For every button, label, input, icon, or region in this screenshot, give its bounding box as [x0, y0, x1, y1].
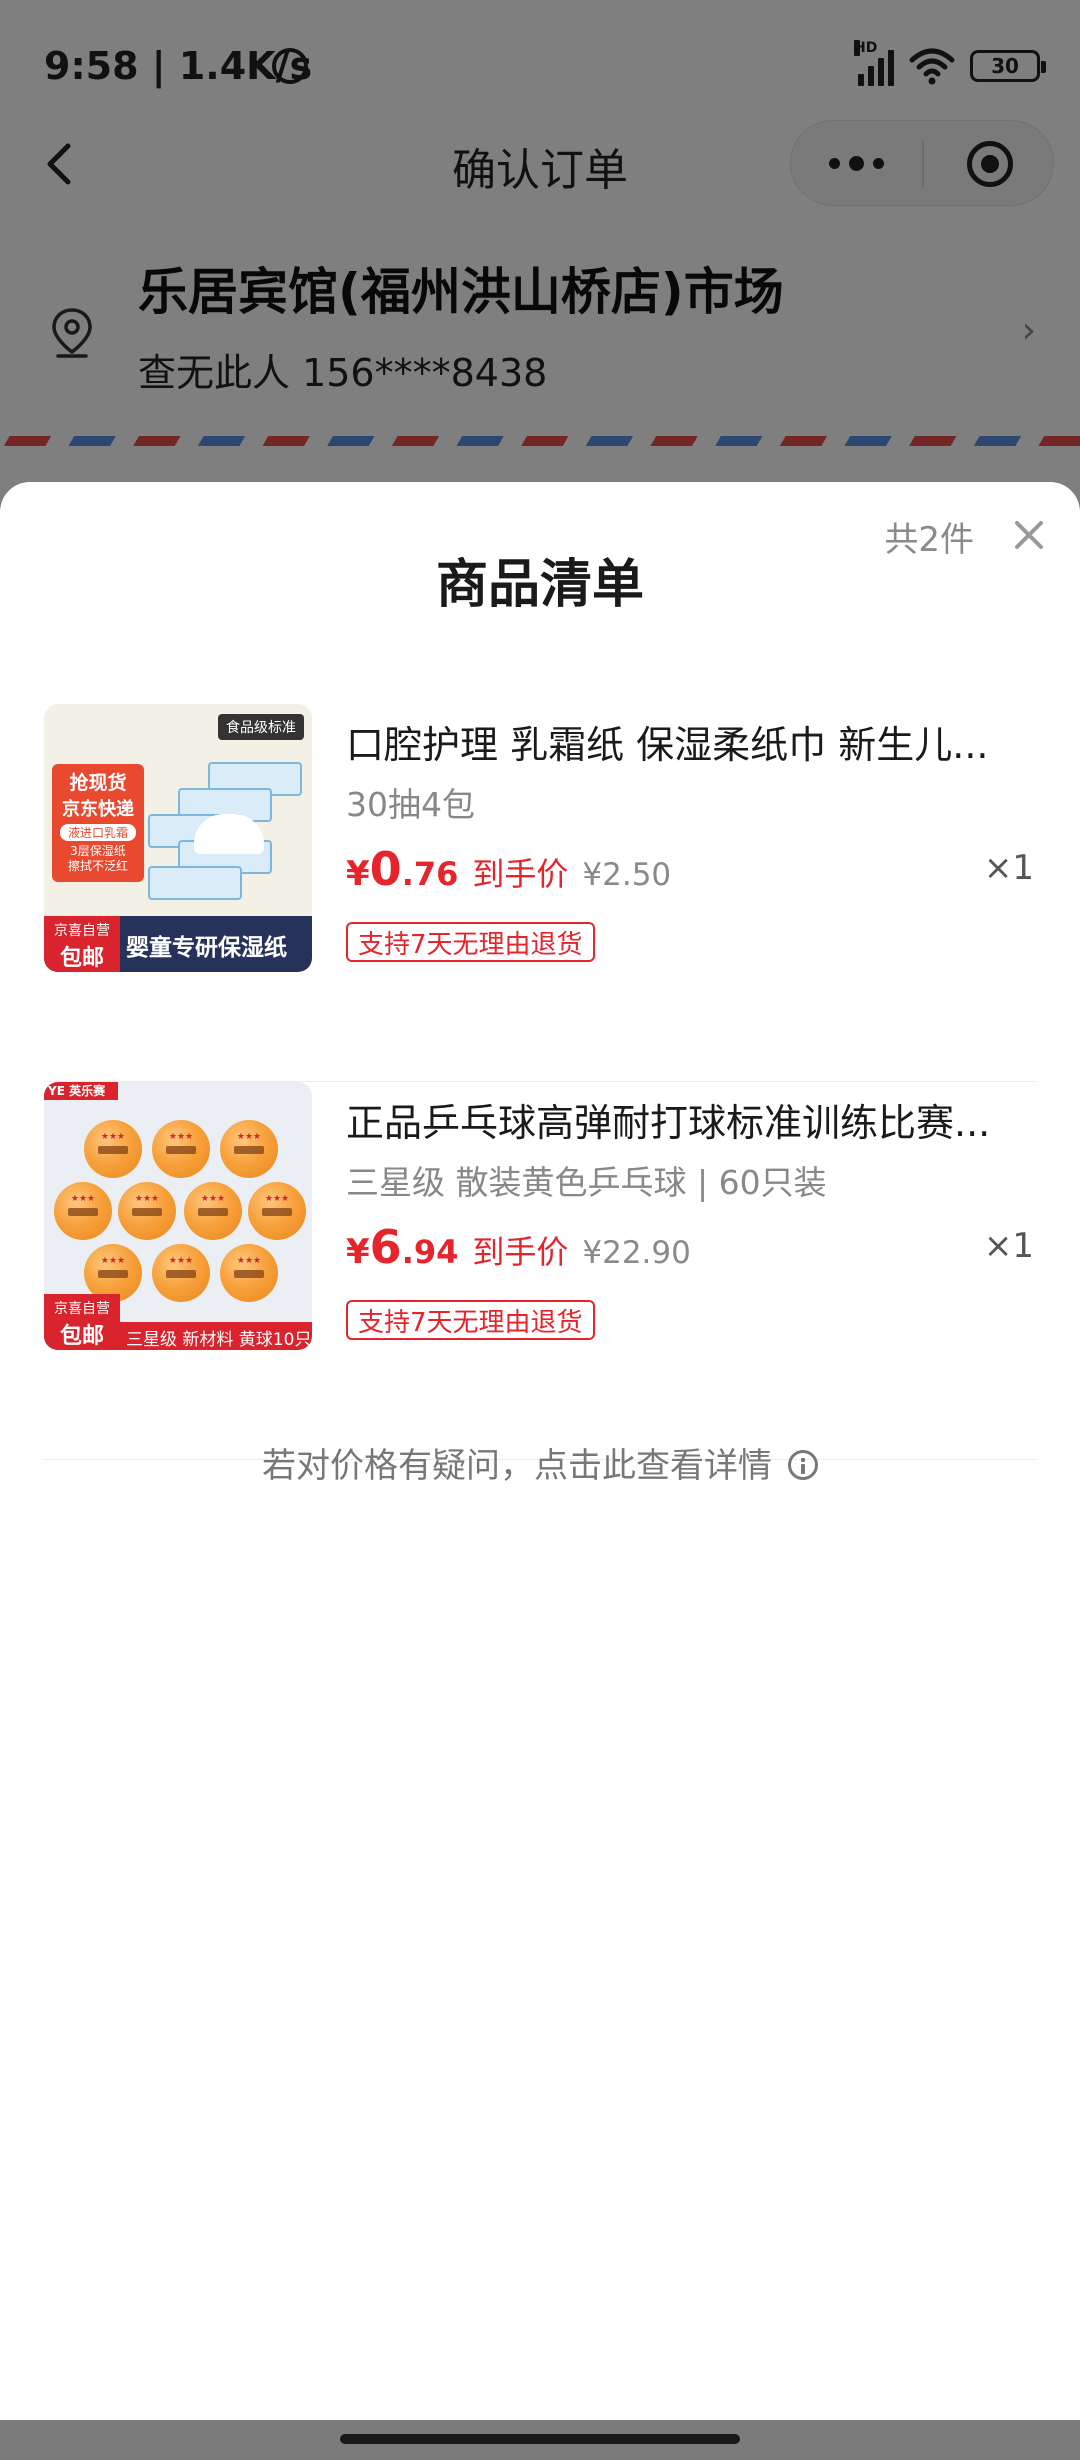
ball-graphic [54, 1182, 112, 1240]
product-name: 口腔护理 乳霜纸 保湿柔纸巾 新生儿... [346, 723, 989, 767]
final-price-label: 到手价 [472, 855, 569, 893]
price-decimal: .76 [401, 855, 459, 893]
promo-line: 擦拭不泛红 [67, 859, 128, 873]
product-price: ¥ 6 .94 到手价 ¥22.90 [346, 1220, 691, 1274]
price-question-text: 若对价格有疑问，点击此查看详情 [262, 1446, 772, 1486]
product-spec: 三星级 散装黄色乒乓球 | 60只装 [346, 1163, 827, 1202]
product-image: YE 英乐赛 三星级 新材料 黄球10只 京喜自营 包邮 [44, 1082, 312, 1350]
info-icon [788, 1449, 818, 1480]
product-image: 食品级标准 抢现货 京东快递 液进口乳霜 3层保湿纸 擦拭不泛红 婴童专研保湿纸… [44, 704, 312, 972]
badge-top: 京喜自营 [54, 923, 110, 939]
ball-graphic [118, 1182, 176, 1240]
ball-graphic [152, 1120, 210, 1178]
product-spec: 30抽4包 [346, 785, 475, 824]
home-indicator[interactable] [340, 2434, 740, 2444]
image-caption: 婴童专研保湿纸 [126, 935, 287, 961]
price-decimal: .94 [401, 1233, 459, 1271]
promo-line: 3层保湿纸 [70, 844, 126, 858]
return-policy-badge: 支持7天无理由退货 [346, 1300, 595, 1340]
badge-top: 京喜自营 [54, 1301, 110, 1317]
product-item[interactable]: YE 英乐赛 三星级 新材料 黄球10只 京喜自营 包邮 正品乒乓球高弹耐打球标… [44, 1082, 1036, 1460]
ball-graphic [184, 1182, 242, 1240]
price-integer: 6 [369, 1220, 402, 1274]
product-item[interactable]: 食品级标准 抢现货 京东快递 液进口乳霜 3层保湿纸 擦拭不泛红 婴童专研保湿纸… [44, 704, 1036, 1082]
product-name: 正品乒乓球高弹耐打球标准训练比赛... [346, 1101, 991, 1145]
sheet-title: 商品清单 [435, 555, 644, 615]
food-grade-label: 食品级标准 [218, 714, 304, 740]
final-price-label: 到手价 [472, 1233, 569, 1271]
jd-self-operated-badge: 京喜自营 包邮 [44, 916, 120, 972]
price-symbol: ¥ [346, 854, 370, 894]
return-policy-badge: 支持7天无理由退货 [346, 922, 595, 962]
ball-graphic [220, 1244, 278, 1302]
price-integer: 0 [369, 842, 402, 896]
original-price: ¥22.90 [582, 1235, 691, 1271]
original-price: ¥2.50 [582, 857, 672, 893]
promo-line: 抢现货 [69, 772, 127, 794]
product-price: ¥ 0 .76 到手价 ¥2.50 [346, 842, 671, 896]
quantity: ×1 [983, 1226, 1034, 1266]
price-symbol: ¥ [346, 1232, 370, 1272]
price-question-link[interactable]: 若对价格有疑问，点击此查看详情 [0, 1438, 1080, 1487]
badge-bottom: 包邮 [59, 946, 104, 971]
quantity: ×1 [983, 848, 1034, 888]
brand-tag: YE 英乐赛 [44, 1082, 118, 1100]
promo-line: 液进口乳霜 [60, 824, 136, 841]
promo-line: 京东快递 [62, 799, 134, 820]
ball-graphic [152, 1244, 210, 1302]
promo-box: 抢现货 京东快递 液进口乳霜 3层保湿纸 擦拭不泛红 [52, 764, 144, 882]
badge-bottom: 包邮 [59, 1324, 104, 1349]
jd-self-operated-badge: 京喜自营 包邮 [44, 1294, 120, 1350]
ball-graphic [220, 1120, 278, 1178]
ball-graphic [248, 1182, 306, 1240]
product-list-sheet: 共2件 商品清单 食品级标准 抢现货 京东快递 液进口乳霜 3层保湿纸 擦拭不泛… [0, 482, 1080, 2420]
ball-graphic [84, 1120, 142, 1178]
image-caption: 三星级 新材料 黄球10只 [126, 1330, 312, 1350]
